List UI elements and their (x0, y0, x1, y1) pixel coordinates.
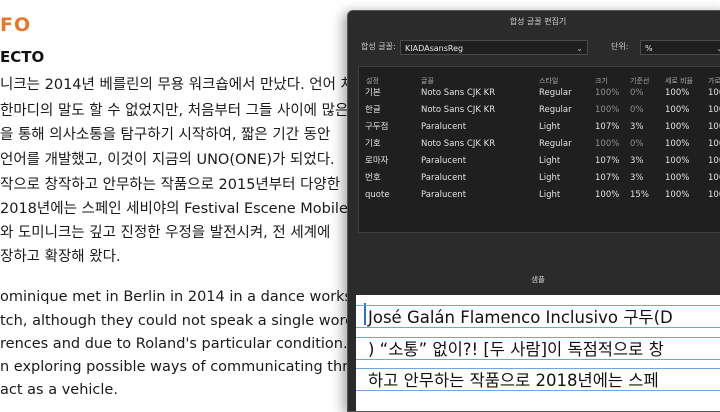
sample-label: 샘플 (531, 275, 545, 284)
korean-text-line: 장하고 확장해 왔다. (0, 249, 121, 265)
korean-text-line: 을 통해 의사소통을 탐구하기 시작하여, 짧은 기간 동안 (0, 127, 331, 143)
english-text-line: tch, although they could not speak a sin… (0, 313, 371, 329)
row-setting: 한글 (365, 105, 381, 115)
row-style: Light (539, 173, 561, 183)
row-size: 107% (595, 156, 620, 166)
document-heading: FO (0, 14, 32, 36)
korean-text-line: 니크는 2014년 베를린의 무용 워크숍에서 만났다. 언어 차 (0, 77, 354, 93)
row-style: Light (539, 156, 561, 166)
row-horizontal-scale: 100 (708, 190, 720, 200)
row-setting: quote (365, 190, 390, 200)
unit-select[interactable]: % ⌄ (640, 40, 720, 55)
sample-text-line: 하고 안무하는 작품으로 2018년에는 스페 (368, 371, 659, 390)
row-font: Paralucent (421, 122, 467, 132)
korean-text-line: 와 도미니크는 깊고 진정한 우정을 발전시켜, 전 세계에 (0, 225, 331, 241)
row-baseline: 0% (630, 88, 644, 98)
table-row[interactable]: 번호 Paralucent Light 107% 3% 100% 100 (359, 170, 720, 187)
row-font: Noto Sans CJK KR (421, 139, 496, 149)
row-vertical-scale: 100% (665, 122, 690, 132)
row-horizontal-scale: 100 (708, 88, 720, 98)
row-baseline: 3% (630, 122, 644, 132)
row-vertical-scale: 100% (665, 88, 690, 98)
table-row[interactable]: 기호 Noto Sans CJK KR Regular 100% 0% 100%… (359, 136, 720, 153)
row-baseline: 3% (630, 173, 644, 183)
row-font: Paralucent (421, 173, 467, 183)
composite-font-label: 합성 글꼴: (361, 42, 396, 51)
row-vertical-scale: 100% (665, 105, 690, 115)
row-baseline: 0% (630, 139, 644, 149)
composite-font-editor-dialog: 합성 글꼴 편집기 합성 글꼴: KIADAsansReg ⌄ 단위: % ⌄ … (347, 10, 720, 412)
text-cursor (364, 303, 366, 325)
row-size: 100% (595, 105, 620, 115)
sample-text-line: ) “소통” 없이?! [두 사람]이 독점적으로 창 (368, 340, 664, 359)
table-row[interactable]: 구두점 Paralucent Light 107% 3% 100% 100 (359, 119, 720, 136)
table-row[interactable]: 기본 Noto Sans CJK KR Regular 100% 0% 100%… (359, 85, 720, 102)
row-setting: 기호 (365, 139, 381, 149)
unit-label: 단위: (611, 42, 629, 51)
english-text-line: rences and due to Roland's particular co… (0, 336, 348, 352)
row-setting: 번호 (365, 173, 381, 183)
english-text-line: act as a vehicle. (0, 382, 118, 398)
row-baseline: 15% (630, 190, 649, 200)
table-row[interactable]: 한글 Noto Sans CJK KR Regular 100% 0% 100%… (359, 102, 720, 119)
row-horizontal-scale: 100 (708, 105, 720, 115)
chevron-down-icon: ⌄ (716, 41, 720, 56)
korean-text-line: 언어를 개발했고, 이것이 지금의 UNO(ONE)가 되었다. (0, 152, 335, 168)
row-horizontal-scale: 100 (708, 173, 720, 183)
row-baseline: 0% (630, 105, 644, 115)
row-horizontal-scale: 100 (708, 156, 720, 166)
row-style: Regular (539, 105, 572, 115)
font-settings-table: 설정 글꼴 스타일 크기 기준선 세로 비율 가로 기본 Noto Sans C… (358, 66, 720, 233)
row-setting: 기본 (365, 88, 381, 98)
korean-text-line: 한마디의 말도 할 수 없었지만, 처음부터 그들 사이에 많은 (0, 103, 349, 119)
row-size: 100% (595, 88, 620, 98)
table-row[interactable]: 로마자 Paralucent Light 107% 3% 100% 100 (359, 153, 720, 170)
row-vertical-scale: 100% (665, 156, 690, 166)
sample-preview: José Galán Flamenco Inclusivo 구두(D ) “소통… (356, 295, 720, 411)
row-style: Light (539, 122, 561, 132)
dialog-title: 합성 글꼴 편집기 (509, 17, 567, 26)
row-style: Regular (539, 139, 572, 149)
row-font: Noto Sans CJK KR (421, 88, 496, 98)
row-horizontal-scale: 100 (708, 139, 720, 149)
english-text-line: ominique met in Berlin in 2014 in a danc… (0, 289, 380, 305)
row-setting: 구두점 (365, 122, 389, 132)
row-font: Paralucent (421, 190, 467, 200)
table-row[interactable]: quote Paralucent Light 100% 15% 100% 100 (359, 187, 720, 204)
row-setting: 로마자 (365, 156, 389, 166)
row-font: Noto Sans CJK KR (421, 105, 496, 115)
row-font: Paralucent (421, 156, 467, 166)
row-vertical-scale: 100% (665, 190, 690, 200)
composite-font-value: KIADAsansReg (405, 44, 464, 53)
korean-text-line: 2018년에는 스페인 세비야의 Festival Escene Mobile에 (0, 201, 362, 217)
document-subheading: ECTO (0, 48, 45, 66)
row-baseline: 3% (630, 156, 644, 166)
row-vertical-scale: 100% (665, 139, 690, 149)
composite-font-select[interactable]: KIADAsansReg ⌄ (400, 40, 588, 55)
sample-text-line: José Galán Flamenco Inclusivo 구두(D (368, 308, 673, 327)
row-vertical-scale: 100% (665, 173, 690, 183)
row-size: 100% (595, 190, 620, 200)
row-size: 107% (595, 122, 620, 132)
english-text-line: n exploring possible ways of communicati… (0, 359, 366, 375)
row-size: 107% (595, 173, 620, 183)
row-size: 100% (595, 139, 620, 149)
row-horizontal-scale: 100 (708, 122, 720, 132)
row-style: Light (539, 190, 561, 200)
row-style: Regular (539, 88, 572, 98)
korean-text-line: 작으로 창작하고 안무하는 작품으로 2015년부터 다양한 (0, 177, 341, 193)
unit-value: % (645, 44, 653, 53)
chevron-down-icon: ⌄ (576, 44, 583, 53)
